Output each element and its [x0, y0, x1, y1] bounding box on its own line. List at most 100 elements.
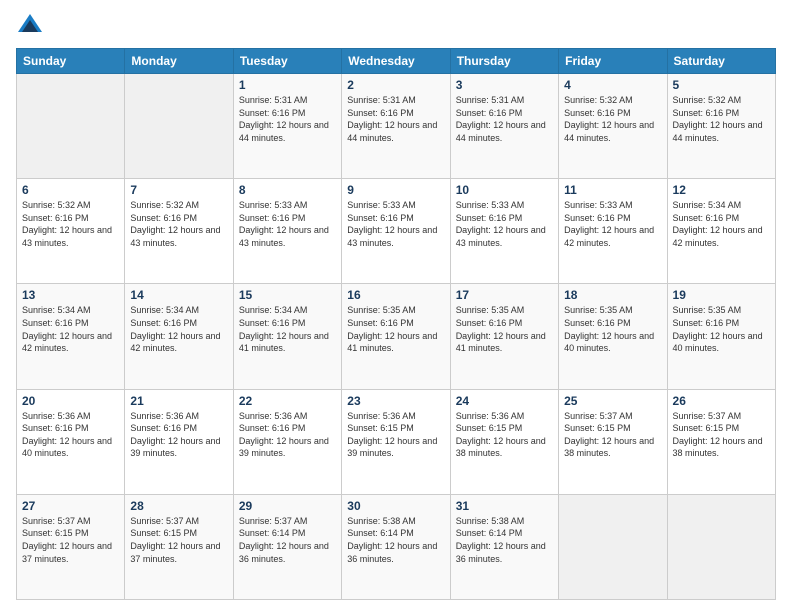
calendar-cell: 3 Sunrise: 5:31 AMSunset: 6:16 PMDaylight… — [450, 74, 558, 179]
calendar-cell: 28 Sunrise: 5:37 AMSunset: 6:15 PMDayligh… — [125, 494, 233, 599]
day-info: Sunrise: 5:32 AMSunset: 6:16 PMDaylight:… — [22, 199, 119, 249]
day-info: Sunrise: 5:36 AMSunset: 6:16 PMDaylight:… — [22, 410, 119, 460]
day-header-monday: Monday — [125, 49, 233, 74]
day-info: Sunrise: 5:34 AMSunset: 6:16 PMDaylight:… — [239, 304, 336, 354]
day-info: Sunrise: 5:33 AMSunset: 6:16 PMDaylight:… — [456, 199, 553, 249]
day-info: Sunrise: 5:32 AMSunset: 6:16 PMDaylight:… — [673, 94, 770, 144]
day-info: Sunrise: 5:33 AMSunset: 6:16 PMDaylight:… — [347, 199, 444, 249]
day-number: 28 — [130, 499, 227, 513]
calendar-week-row: 20 Sunrise: 5:36 AMSunset: 6:16 PMDayligh… — [17, 389, 776, 494]
day-info: Sunrise: 5:31 AMSunset: 6:16 PMDaylight:… — [239, 94, 336, 144]
logo — [16, 12, 48, 40]
day-number: 23 — [347, 394, 444, 408]
calendar-week-row: 27 Sunrise: 5:37 AMSunset: 6:15 PMDayligh… — [17, 494, 776, 599]
calendar-cell: 6 Sunrise: 5:32 AMSunset: 6:16 PMDaylight… — [17, 179, 125, 284]
day-number: 11 — [564, 183, 661, 197]
calendar-cell: 17 Sunrise: 5:35 AMSunset: 6:16 PMDayligh… — [450, 284, 558, 389]
day-info: Sunrise: 5:38 AMSunset: 6:14 PMDaylight:… — [347, 515, 444, 565]
day-info: Sunrise: 5:36 AMSunset: 6:16 PMDaylight:… — [130, 410, 227, 460]
calendar-cell: 27 Sunrise: 5:37 AMSunset: 6:15 PMDayligh… — [17, 494, 125, 599]
day-number: 9 — [347, 183, 444, 197]
calendar-cell: 31 Sunrise: 5:38 AMSunset: 6:14 PMDayligh… — [450, 494, 558, 599]
day-number: 26 — [673, 394, 770, 408]
calendar-cell: 20 Sunrise: 5:36 AMSunset: 6:16 PMDayligh… — [17, 389, 125, 494]
calendar-week-row: 13 Sunrise: 5:34 AMSunset: 6:16 PMDayligh… — [17, 284, 776, 389]
day-info: Sunrise: 5:37 AMSunset: 6:14 PMDaylight:… — [239, 515, 336, 565]
day-number: 30 — [347, 499, 444, 513]
calendar-cell — [17, 74, 125, 179]
calendar-cell — [559, 494, 667, 599]
day-number: 27 — [22, 499, 119, 513]
day-info: Sunrise: 5:32 AMSunset: 6:16 PMDaylight:… — [564, 94, 661, 144]
calendar-cell: 21 Sunrise: 5:36 AMSunset: 6:16 PMDayligh… — [125, 389, 233, 494]
day-info: Sunrise: 5:37 AMSunset: 6:15 PMDaylight:… — [22, 515, 119, 565]
page: SundayMondayTuesdayWednesdayThursdayFrid… — [0, 0, 792, 612]
day-number: 7 — [130, 183, 227, 197]
day-info: Sunrise: 5:35 AMSunset: 6:16 PMDaylight:… — [347, 304, 444, 354]
day-number: 5 — [673, 78, 770, 92]
day-info: Sunrise: 5:35 AMSunset: 6:16 PMDaylight:… — [456, 304, 553, 354]
calendar-cell: 1 Sunrise: 5:31 AMSunset: 6:16 PMDaylight… — [233, 74, 341, 179]
calendar-cell: 30 Sunrise: 5:38 AMSunset: 6:14 PMDayligh… — [342, 494, 450, 599]
calendar-cell: 24 Sunrise: 5:36 AMSunset: 6:15 PMDayligh… — [450, 389, 558, 494]
day-number: 14 — [130, 288, 227, 302]
calendar-cell: 26 Sunrise: 5:37 AMSunset: 6:15 PMDayligh… — [667, 389, 775, 494]
day-header-thursday: Thursday — [450, 49, 558, 74]
calendar-cell: 13 Sunrise: 5:34 AMSunset: 6:16 PMDayligh… — [17, 284, 125, 389]
day-number: 1 — [239, 78, 336, 92]
calendar-week-row: 6 Sunrise: 5:32 AMSunset: 6:16 PMDaylight… — [17, 179, 776, 284]
day-info: Sunrise: 5:34 AMSunset: 6:16 PMDaylight:… — [22, 304, 119, 354]
day-number: 6 — [22, 183, 119, 197]
day-header-sunday: Sunday — [17, 49, 125, 74]
day-info: Sunrise: 5:36 AMSunset: 6:15 PMDaylight:… — [347, 410, 444, 460]
day-number: 31 — [456, 499, 553, 513]
day-info: Sunrise: 5:37 AMSunset: 6:15 PMDaylight:… — [130, 515, 227, 565]
calendar-cell: 29 Sunrise: 5:37 AMSunset: 6:14 PMDayligh… — [233, 494, 341, 599]
day-number: 12 — [673, 183, 770, 197]
day-number: 3 — [456, 78, 553, 92]
day-info: Sunrise: 5:35 AMSunset: 6:16 PMDaylight:… — [673, 304, 770, 354]
calendar-week-row: 1 Sunrise: 5:31 AMSunset: 6:16 PMDaylight… — [17, 74, 776, 179]
day-info: Sunrise: 5:36 AMSunset: 6:15 PMDaylight:… — [456, 410, 553, 460]
day-info: Sunrise: 5:38 AMSunset: 6:14 PMDaylight:… — [456, 515, 553, 565]
day-number: 20 — [22, 394, 119, 408]
day-header-friday: Friday — [559, 49, 667, 74]
day-info: Sunrise: 5:36 AMSunset: 6:16 PMDaylight:… — [239, 410, 336, 460]
day-header-saturday: Saturday — [667, 49, 775, 74]
day-number: 10 — [456, 183, 553, 197]
day-number: 25 — [564, 394, 661, 408]
calendar-cell: 15 Sunrise: 5:34 AMSunset: 6:16 PMDayligh… — [233, 284, 341, 389]
day-number: 17 — [456, 288, 553, 302]
day-number: 2 — [347, 78, 444, 92]
day-number: 13 — [22, 288, 119, 302]
calendar-cell: 4Sunrise: 5:32 AMSunset: 6:16 PMDaylight… — [559, 74, 667, 179]
logo-icon — [16, 12, 44, 40]
day-info: Sunrise: 5:37 AMSunset: 6:15 PMDaylight:… — [673, 410, 770, 460]
calendar-cell: 22 Sunrise: 5:36 AMSunset: 6:16 PMDayligh… — [233, 389, 341, 494]
day-number: 29 — [239, 499, 336, 513]
day-number: 15 — [239, 288, 336, 302]
calendar-cell: 7Sunrise: 5:32 AMSunset: 6:16 PMDaylight… — [125, 179, 233, 284]
day-number: 18 — [564, 288, 661, 302]
calendar-cell: 5 Sunrise: 5:32 AMSunset: 6:16 PMDaylight… — [667, 74, 775, 179]
day-number: 19 — [673, 288, 770, 302]
calendar-cell — [667, 494, 775, 599]
day-info: Sunrise: 5:33 AMSunset: 6:16 PMDaylight:… — [564, 199, 661, 249]
day-info: Sunrise: 5:31 AMSunset: 6:16 PMDaylight:… — [347, 94, 444, 144]
day-info: Sunrise: 5:33 AMSunset: 6:16 PMDaylight:… — [239, 199, 336, 249]
calendar-cell: 11 Sunrise: 5:33 AMSunset: 6:16 PMDayligh… — [559, 179, 667, 284]
calendar-cell: 25 Sunrise: 5:37 AMSunset: 6:15 PMDayligh… — [559, 389, 667, 494]
calendar-cell: 8Sunrise: 5:33 AMSunset: 6:16 PMDaylight… — [233, 179, 341, 284]
calendar-cell: 10 Sunrise: 5:33 AMSunset: 6:16 PMDayligh… — [450, 179, 558, 284]
day-number: 21 — [130, 394, 227, 408]
day-info: Sunrise: 5:34 AMSunset: 6:16 PMDaylight:… — [130, 304, 227, 354]
day-info: Sunrise: 5:31 AMSunset: 6:16 PMDaylight:… — [456, 94, 553, 144]
header — [16, 12, 776, 40]
day-number: 16 — [347, 288, 444, 302]
calendar-cell: 2 Sunrise: 5:31 AMSunset: 6:16 PMDaylight… — [342, 74, 450, 179]
day-info: Sunrise: 5:34 AMSunset: 6:16 PMDaylight:… — [673, 199, 770, 249]
day-number: 22 — [239, 394, 336, 408]
day-number: 24 — [456, 394, 553, 408]
day-info: Sunrise: 5:37 AMSunset: 6:15 PMDaylight:… — [564, 410, 661, 460]
day-info: Sunrise: 5:35 AMSunset: 6:16 PMDaylight:… — [564, 304, 661, 354]
